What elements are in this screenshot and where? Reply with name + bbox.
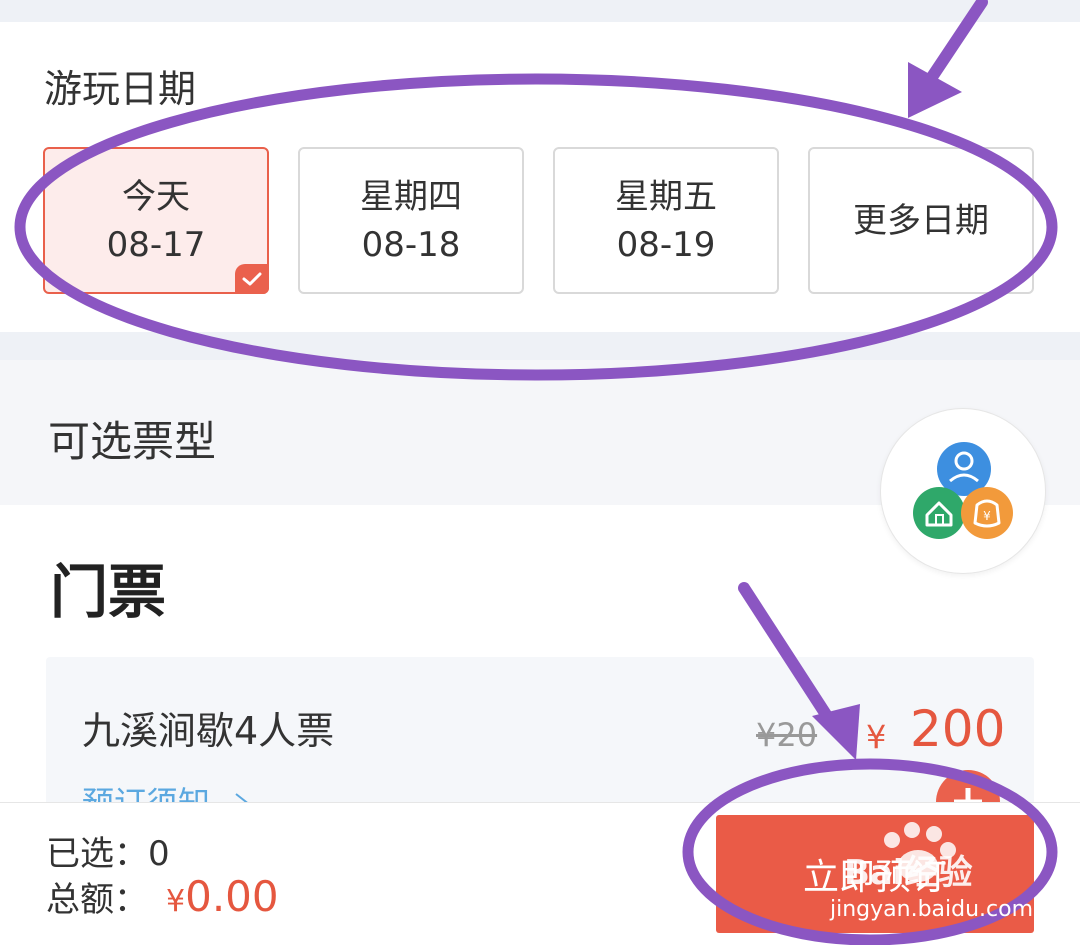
book-now-label: 立即预订: [802, 857, 947, 898]
total-symbol: ¥: [166, 884, 186, 919]
date-card-today[interactable]: 今天 08-17: [43, 147, 269, 294]
total-label: 总额：: [46, 880, 148, 920]
ticket-group-title: 门票: [50, 558, 167, 626]
total-value: 0.00: [185, 872, 279, 921]
date-section-title: 游玩日期: [44, 67, 197, 111]
more-dates-button[interactable]: 更多日期: [808, 147, 1034, 294]
watermark-url: jingyan.baidu.com: [830, 897, 1034, 922]
selected-label: 已选：: [46, 834, 148, 874]
total-row: 总额： ¥0.00: [46, 872, 279, 921]
ticket-price: 200: [910, 700, 1006, 758]
booking-notice-label: 预订须知: [82, 784, 211, 804]
date-card-date: 08-18: [361, 224, 461, 265]
date-card-day: 星期四: [360, 176, 462, 217]
date-card-day: 星期五: [615, 176, 717, 217]
top-divider: [0, 0, 1080, 22]
more-dates-label: 更多日期: [853, 200, 989, 241]
date-card-date: 08-17: [106, 224, 206, 265]
section-divider: [0, 332, 1080, 360]
date-card-friday[interactable]: 星期五 08-19: [553, 147, 779, 294]
selected-count: 0: [148, 834, 170, 874]
ticket-type-title: 可选票型: [48, 417, 217, 466]
ticket-name: 九溪涧歇4人票: [82, 709, 335, 753]
selected-count-row: 已选：0: [46, 826, 170, 875]
ticket-original-price: ¥20: [756, 716, 818, 754]
date-card-day: 今天: [122, 176, 190, 217]
date-card-date: 08-19: [616, 224, 716, 265]
total-amount: ¥0.00: [166, 872, 279, 921]
booking-notice-link[interactable]: 预订须知: [82, 778, 254, 804]
services-icon: ¥: [913, 442, 1013, 539]
services-float-button[interactable]: ¥: [880, 408, 1046, 574]
check-icon: [235, 264, 269, 294]
svg-text:¥: ¥: [983, 509, 991, 523]
date-card-thursday[interactable]: 星期四 08-18: [298, 147, 524, 294]
ticket-price-symbol: ¥: [866, 718, 887, 756]
